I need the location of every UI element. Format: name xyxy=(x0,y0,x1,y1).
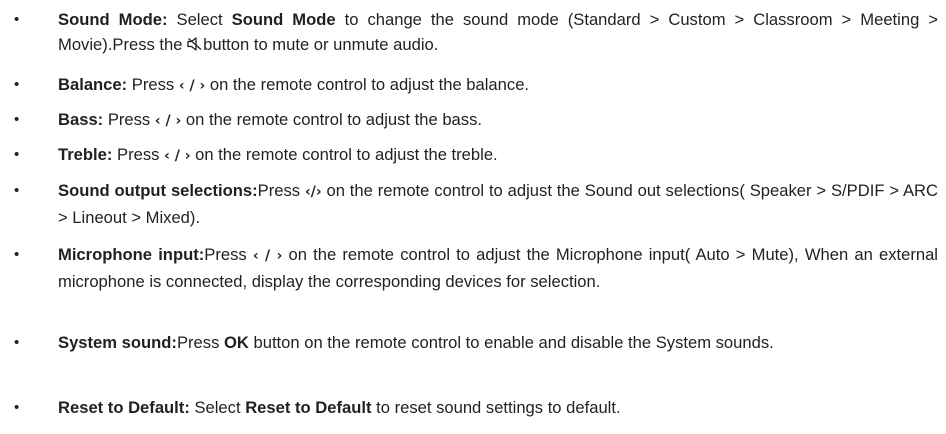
item-label: Microphone input: xyxy=(58,245,205,264)
item-text: Microphone input:Press ‹ / › on the remo… xyxy=(58,245,938,291)
bullet: • xyxy=(14,334,20,351)
item-label: Balance: xyxy=(58,75,128,94)
left-right-arrow-icon: ‹ / › xyxy=(252,248,283,264)
item-text: Sound output selections:Press ‹/› on the… xyxy=(58,181,939,227)
bullet: • xyxy=(14,399,20,416)
bullet: • xyxy=(14,111,20,128)
item-label: Sound output selections: xyxy=(58,181,258,200)
bullet: • xyxy=(14,182,20,199)
item-text: Sound Mode: Select Sound Mode to change … xyxy=(58,10,939,54)
item-text: System sound:Press OK button on the remo… xyxy=(58,333,774,352)
item-text: Bass: Press ‹ / › on the remote control … xyxy=(58,110,482,129)
bullet: • xyxy=(14,146,20,163)
item-label: Bass: xyxy=(58,110,104,129)
left-right-arrow-icon: ‹/› xyxy=(304,184,322,200)
item-text: Balance: Press ‹ / › on the remote contr… xyxy=(58,75,530,94)
left-right-arrow-icon: ‹ / › xyxy=(178,78,206,94)
bullet: • xyxy=(14,246,20,263)
item-label: System sound: xyxy=(58,333,177,352)
item-text: Treble: Press ‹ / › on the remote contro… xyxy=(58,145,498,164)
left-right-arrow-icon: ‹ / › xyxy=(154,113,182,129)
item-text: Reset to Default: Select Reset to Defaul… xyxy=(58,398,621,417)
mute-icon xyxy=(187,37,202,51)
left-right-arrow-icon: ‹ / › xyxy=(164,148,191,164)
item-label: Sound Mode: xyxy=(58,10,168,29)
bullet: • xyxy=(14,76,20,93)
item-label: Treble: xyxy=(58,145,113,164)
bullet: • xyxy=(14,11,20,28)
item-label: Reset to Default: xyxy=(58,398,190,417)
